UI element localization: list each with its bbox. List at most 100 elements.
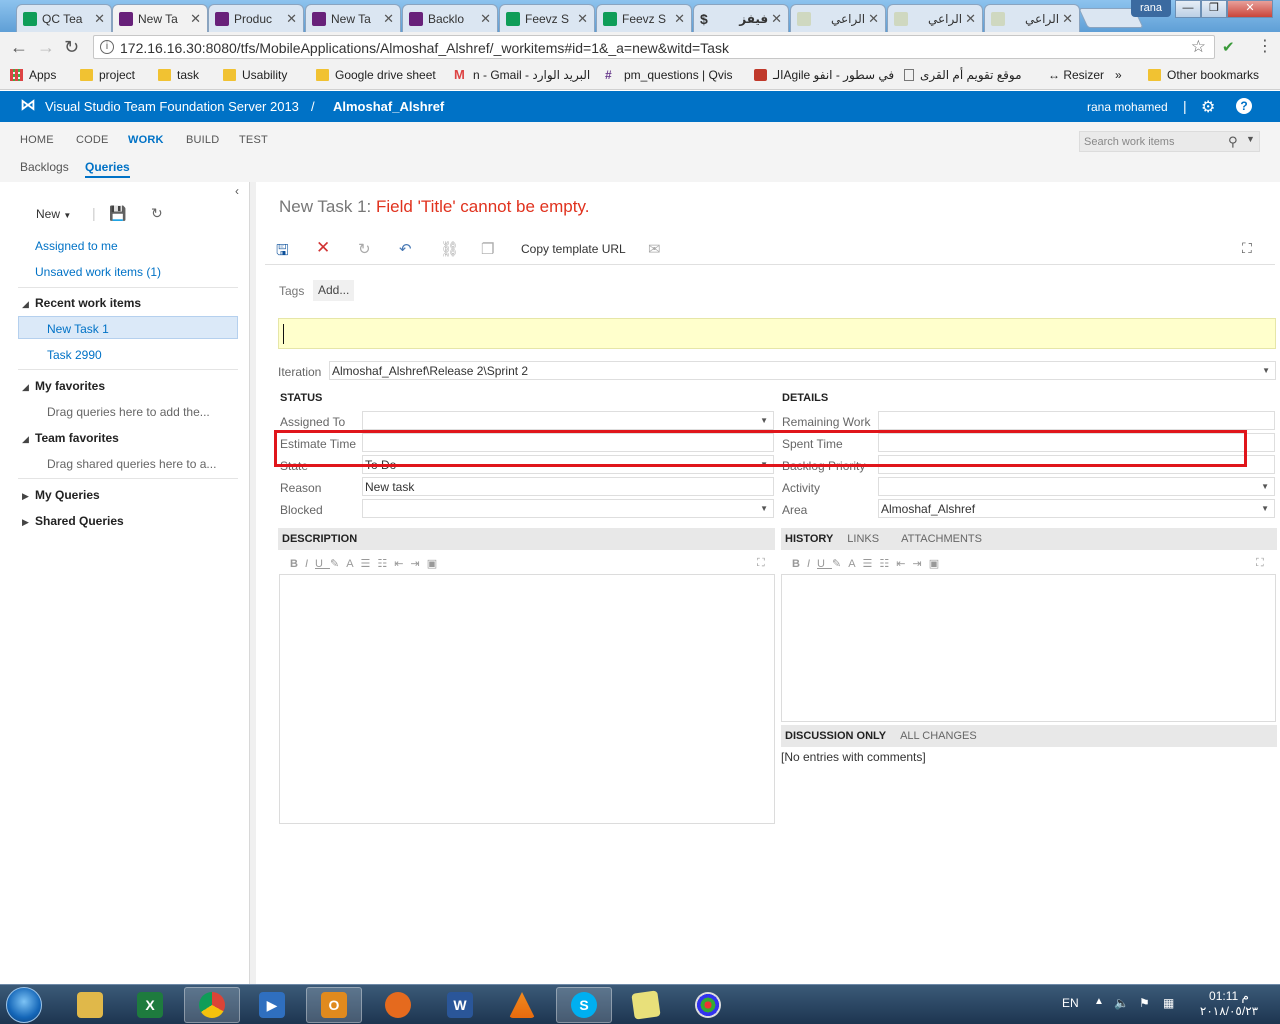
paint-icon[interactable] <box>680 987 736 1023</box>
tab-queries[interactable]: Queries <box>85 160 130 178</box>
all-changes-filter[interactable]: ALL CHANGES <box>900 730 977 742</box>
browser-tab-active[interactable]: New Ta ✕ <box>112 4 208 32</box>
close-icon[interactable]: ✕ <box>480 11 491 27</box>
email-icon[interactable]: ✉ <box>648 240 661 258</box>
excel-icon[interactable]: X <box>122 987 178 1023</box>
undo-icon[interactable]: ↶ <box>399 240 412 258</box>
bookmark-resizer[interactable]: ↔ Resizer <box>1048 68 1104 82</box>
history-rich-text-toolbar[interactable]: BIU✎A☰☷⇤⇥▣ <box>792 557 946 575</box>
chevron-down-icon[interactable]: ▼ <box>1246 134 1255 144</box>
save-icon[interactable]: 🖫 <box>276 240 289 265</box>
product-title[interactable]: Visual Studio Team Foundation Server 201… <box>45 99 299 114</box>
iteration-field[interactable]: Almoshaf_Alshref\Release 2\Sprint 2 ▼ <box>329 361 1276 380</box>
hub-home[interactable]: HOME <box>20 134 54 146</box>
numbered-list-icon[interactable]: ☷ <box>377 558 394 570</box>
help-icon[interactable]: ? <box>1236 98 1252 114</box>
reason-field[interactable]: New task <box>362 477 774 496</box>
minimize-button[interactable]: — <box>1175 0 1201 18</box>
bold-icon[interactable]: B <box>290 558 305 570</box>
copy-template-url-button[interactable]: Copy template URL <box>521 242 626 256</box>
italic-icon[interactable]: I <box>305 558 315 570</box>
refresh-icon[interactable]: ↻ <box>151 205 163 222</box>
show-hidden-icons-icon[interactable]: ▲ <box>1094 996 1104 1007</box>
back-icon[interactable]: ← <box>10 38 28 56</box>
insert-image-icon[interactable]: ▣ <box>929 558 946 570</box>
browser-tab[interactable]: الراعي ✕ <box>790 4 886 32</box>
bookmark-calendar[interactable]: موقع تقويم أم القرى <box>904 68 1022 82</box>
copy-icon[interactable]: ❐ <box>481 240 494 258</box>
word-icon[interactable]: W <box>432 987 488 1023</box>
add-tag-button[interactable]: Add... <box>313 280 355 301</box>
history-comment-editor[interactable] <box>781 574 1276 722</box>
area-field[interactable]: Almoshaf_Alshref ▼ <box>878 499 1275 518</box>
bookmarks-overflow[interactable]: » <box>1115 68 1122 82</box>
close-icon[interactable]: ✕ <box>94 11 105 27</box>
search-work-items-input[interactable]: Search work items ⚲ ▼ <box>1079 131 1260 152</box>
chrome-menu-icon[interactable]: ⋮ <box>1257 36 1273 56</box>
restore-button[interactable]: ❐ <box>1201 0 1227 18</box>
bullet-list-icon[interactable]: ☰ <box>361 558 378 570</box>
browser-tab[interactable]: New Ta ✕ <box>305 4 401 32</box>
highlight-icon[interactable]: ✎ <box>330 558 346 570</box>
refresh-icon[interactable]: ↻ <box>358 240 371 258</box>
hub-work[interactable]: WORK <box>128 134 164 146</box>
recent-item-new-task-1[interactable]: New Task 1 <box>47 322 109 336</box>
bookmark-gmail[interactable]: Mn - Gmail - البريد الوارد <box>454 68 590 82</box>
font-color-icon[interactable]: A <box>346 558 360 570</box>
increase-indent-icon[interactable]: ⇥ <box>411 558 427 570</box>
underline-icon[interactable]: U <box>315 558 330 570</box>
blocked-field[interactable]: ▼ <box>362 499 774 518</box>
title-input[interactable] <box>278 318 1276 349</box>
close-icon[interactable]: ✕ <box>674 11 685 27</box>
browser-tab[interactable]: Feevz S ✕ <box>499 4 595 32</box>
my-favorites-header[interactable]: ◢ My favorites <box>22 379 105 393</box>
close-icon[interactable]: ✕ <box>190 11 201 27</box>
browser-tab[interactable]: Backlo ✕ <box>402 4 498 32</box>
my-queries-header[interactable]: ▶ My Queries <box>22 488 100 502</box>
link-icon[interactable]: ⛓ <box>440 240 459 258</box>
info-icon[interactable]: i <box>100 40 114 54</box>
recent-work-items-header[interactable]: ◢ Recent work items <box>22 296 141 310</box>
close-icon[interactable]: ✕ <box>577 11 588 27</box>
bookmark-pm-questions[interactable]: # pm_questions | Qvis <box>605 68 733 82</box>
team-favorites-header[interactable]: ◢ Team favorites <box>22 431 119 445</box>
outlook-icon[interactable]: O <box>306 987 362 1023</box>
assigned-to-field[interactable]: ▼ <box>362 411 774 430</box>
remaining-work-field[interactable] <box>878 411 1275 430</box>
bookmark-google-drive-sheet[interactable]: Google drive sheet <box>316 68 436 82</box>
profile-chip[interactable]: rana <box>1131 0 1171 17</box>
browser-tab[interactable]: $ فيفز ✕ <box>693 4 789 32</box>
chevron-down-icon[interactable]: ▼ <box>1261 482 1269 491</box>
browser-tab[interactable]: Produc ✕ <box>208 4 304 32</box>
decrease-indent-icon[interactable]: ⇤ <box>394 558 410 570</box>
close-icon[interactable]: ✕ <box>316 238 330 258</box>
assigned-to-me-link[interactable]: Assigned to me <box>35 239 118 253</box>
chevron-down-icon[interactable]: ▼ <box>1262 366 1270 375</box>
description-editor[interactable] <box>279 574 775 824</box>
network-icon[interactable]: ▦ <box>1163 996 1174 1010</box>
bullet-list-icon[interactable]: ☰ <box>863 558 880 570</box>
language-indicator[interactable]: EN <box>1062 996 1079 1010</box>
reload-icon[interactable]: ↻ <box>64 38 79 56</box>
media-player-icon[interactable]: ▶ <box>244 987 300 1023</box>
hub-test[interactable]: TEST <box>239 134 268 146</box>
maximize-editor-icon[interactable]: ⛶ <box>1256 557 1264 575</box>
browser-tab[interactable]: الراعي ✕ <box>984 4 1080 32</box>
chevron-down-icon[interactable]: ▼ <box>760 504 768 513</box>
close-icon[interactable]: ✕ <box>286 11 297 27</box>
browser-tab[interactable]: QC Tea ✕ <box>16 4 112 32</box>
extension-icon[interactable]: ✔ <box>1222 38 1235 56</box>
tab-backlogs[interactable]: Backlogs <box>20 160 69 174</box>
chevron-down-icon[interactable]: ▼ <box>1261 504 1269 513</box>
discussion-only-filter[interactable]: DISCUSSION ONLY <box>785 730 886 742</box>
close-icon[interactable]: ✕ <box>1062 11 1073 27</box>
numbered-list-icon[interactable]: ☷ <box>879 558 896 570</box>
description-rich-text-toolbar[interactable]: BIU✎A☰☷⇤⇥▣ <box>290 557 444 575</box>
highlight-icon[interactable]: ✎ <box>832 558 848 570</box>
gear-icon[interactable]: ⚙ <box>1201 97 1215 117</box>
collapse-pane-icon[interactable]: ‹ <box>235 184 239 198</box>
search-icon[interactable]: ⚲ <box>1228 134 1238 150</box>
font-color-icon[interactable]: A <box>848 558 862 570</box>
bookmark-task[interactable]: task <box>158 68 199 82</box>
bookmark-agile[interactable]: الـAgile في سطور - انفو <box>754 68 894 82</box>
